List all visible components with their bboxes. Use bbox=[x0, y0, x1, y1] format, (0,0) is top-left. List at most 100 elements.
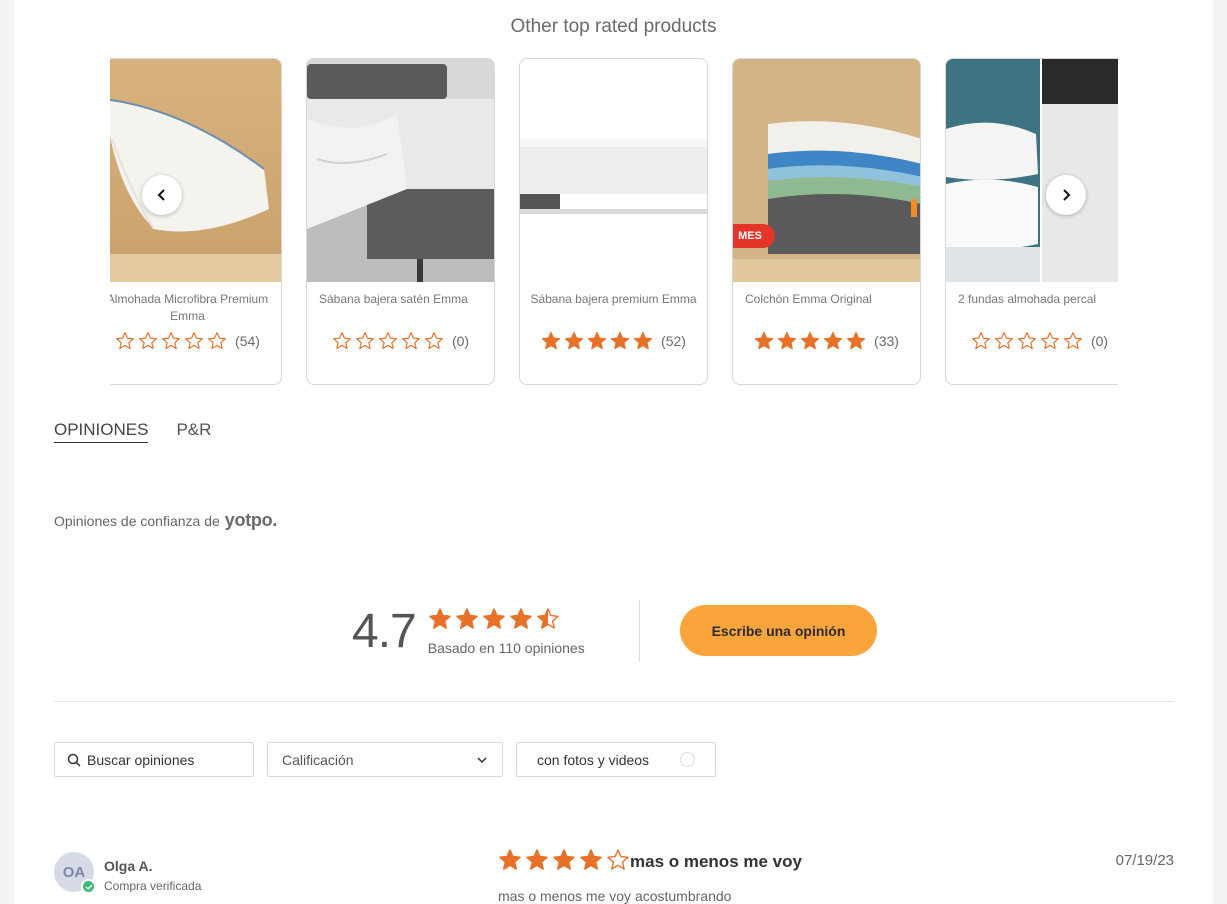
review-title: mas o menos me voy bbox=[630, 852, 802, 871]
media-filter-radio[interactable] bbox=[680, 752, 695, 767]
star-filled-icon bbox=[847, 332, 865, 350]
product-carousel: Almohada Microfibra Premium Emma (54) Sá… bbox=[110, 58, 1118, 388]
star-filled-icon bbox=[565, 332, 583, 350]
carousel-prev-button[interactable] bbox=[142, 175, 182, 215]
product-name: 2 fundas almohada percal bbox=[958, 292, 1097, 306]
product-card-colchon-original[interactable]: MES Colchón Emma Original (33) bbox=[732, 58, 921, 385]
star-filled-icon bbox=[588, 332, 606, 350]
star-rating-icons bbox=[115, 331, 227, 351]
product-image bbox=[307, 59, 494, 282]
star-rating-icons bbox=[754, 331, 866, 351]
star-filled-icon bbox=[483, 607, 505, 629]
product-image bbox=[110, 59, 281, 282]
tab-opiniones[interactable]: OPINIONES bbox=[54, 420, 149, 443]
star-filled-icon bbox=[499, 849, 521, 870]
star-filled-icon bbox=[510, 607, 532, 629]
average-rating: 4.7 bbox=[352, 604, 417, 658]
review-count: (0) bbox=[451, 333, 470, 349]
star-filled-icon bbox=[634, 332, 652, 350]
media-filter-toggle[interactable]: con fotos y videos bbox=[516, 742, 716, 777]
review-body: mas o menos me voy acostumbrando bbox=[498, 888, 732, 904]
rating-summary: 4.7 Basado en 110 opiniones bbox=[352, 600, 585, 662]
rating-filter-select[interactable]: Calificación bbox=[267, 742, 503, 777]
review-tabs: OPINIONES P&R bbox=[54, 420, 211, 443]
search-reviews-field[interactable]: Buscar opiniones bbox=[54, 742, 254, 777]
product-card-pillow-microfibra[interactable]: Almohada Microfibra Premium Emma (54) bbox=[110, 58, 282, 385]
product-rating: (0) bbox=[307, 331, 494, 351]
star-filled-icon bbox=[553, 849, 575, 870]
based-on-count: Basado en 110 opiniones bbox=[427, 639, 585, 656]
review-stars-icons bbox=[498, 848, 630, 872]
star-empty-icon bbox=[1041, 332, 1059, 350]
star-filled-icon bbox=[611, 332, 629, 350]
star-filled-icon bbox=[778, 332, 796, 350]
product-image: MES bbox=[733, 59, 920, 282]
star-empty-icon bbox=[139, 332, 157, 350]
review-count: (33) bbox=[874, 333, 899, 349]
star-empty-icon bbox=[425, 332, 443, 350]
carousel-title: Other top rated products bbox=[510, 16, 717, 37]
star-rating-icons bbox=[541, 331, 653, 351]
promo-badge: MES bbox=[733, 224, 775, 248]
trust-line: Opiniones de confianza de yotpo. bbox=[54, 510, 277, 531]
star-empty-icon bbox=[379, 332, 397, 350]
star-filled-icon bbox=[542, 332, 560, 350]
star-rating-icons bbox=[971, 331, 1083, 351]
chevron-down-icon bbox=[477, 756, 487, 763]
star-empty-icon bbox=[333, 332, 351, 350]
star-empty-icon bbox=[356, 332, 374, 350]
review-count: (0) bbox=[1090, 333, 1109, 349]
product-card-sabana-premium[interactable]: Sábana bajera premium Emma (52) bbox=[519, 58, 708, 385]
chevron-right-icon bbox=[1063, 189, 1071, 201]
star-filled-icon bbox=[526, 849, 548, 870]
star-empty-icon bbox=[185, 332, 203, 350]
star-empty-icon bbox=[402, 332, 420, 350]
search-placeholder: Buscar opiniones bbox=[87, 751, 195, 768]
trust-text: Opiniones de confianza de bbox=[54, 513, 220, 529]
star-filled-icon bbox=[429, 607, 451, 629]
product-name: Colchón Emma Original bbox=[745, 292, 872, 306]
star-empty-icon bbox=[162, 332, 180, 350]
summary-stars-icons bbox=[428, 607, 560, 631]
verified-purchase-label: Compra verificada bbox=[104, 879, 202, 893]
review-author: Olga A. bbox=[104, 858, 153, 874]
verified-check-icon bbox=[81, 879, 96, 894]
star-filled-icon bbox=[580, 849, 602, 870]
page: Other top rated products Almohada Microf… bbox=[14, 0, 1213, 904]
review-count: (54) bbox=[235, 333, 260, 349]
rating-filter-label: Calificación bbox=[282, 751, 354, 768]
product-card-fundas-percal[interactable]: 2 fundas almohada percal (0) bbox=[945, 58, 1118, 385]
star-empty-icon bbox=[995, 332, 1013, 350]
tab-preguntas[interactable]: P&R bbox=[176, 420, 211, 443]
product-rating: (52) bbox=[520, 331, 707, 351]
yotpo-logo[interactable]: yotpo. bbox=[225, 510, 278, 531]
product-name: Almohada Microfibra Premium Emma bbox=[110, 292, 269, 323]
star-half-icon bbox=[537, 607, 559, 629]
write-review-button[interactable]: Escribe una opinión bbox=[680, 605, 877, 656]
product-card-sabana-saten[interactable]: Sábana bajera satén Emma (0) bbox=[306, 58, 495, 385]
review-date: 07/19/23 bbox=[1115, 852, 1174, 869]
chevron-left-icon bbox=[157, 189, 165, 201]
star-filled-icon bbox=[801, 332, 819, 350]
product-rating: (0) bbox=[946, 331, 1118, 351]
review-count: (52) bbox=[661, 333, 686, 349]
media-filter-label: con fotos y videos bbox=[537, 751, 650, 768]
product-image bbox=[520, 59, 707, 282]
product-image bbox=[946, 59, 1118, 282]
product-rating: (54) bbox=[110, 331, 281, 351]
star-filled-icon bbox=[456, 607, 478, 629]
star-filled-icon bbox=[824, 332, 842, 350]
summary-divider bbox=[639, 600, 640, 662]
section-divider bbox=[54, 701, 1174, 702]
star-empty-icon bbox=[1018, 332, 1036, 350]
search-icon bbox=[67, 753, 81, 767]
product-rating: (33) bbox=[733, 331, 920, 351]
product-name: Sábana bajera satén Emma bbox=[319, 292, 468, 306]
star-empty-icon bbox=[972, 332, 990, 350]
star-filled-icon bbox=[755, 332, 773, 350]
carousel-next-button[interactable] bbox=[1046, 175, 1086, 215]
star-rating-icons bbox=[332, 331, 444, 351]
star-empty-icon bbox=[116, 332, 134, 350]
star-empty-icon bbox=[607, 849, 629, 870]
product-name: Sábana bajera premium Emma bbox=[530, 292, 697, 306]
